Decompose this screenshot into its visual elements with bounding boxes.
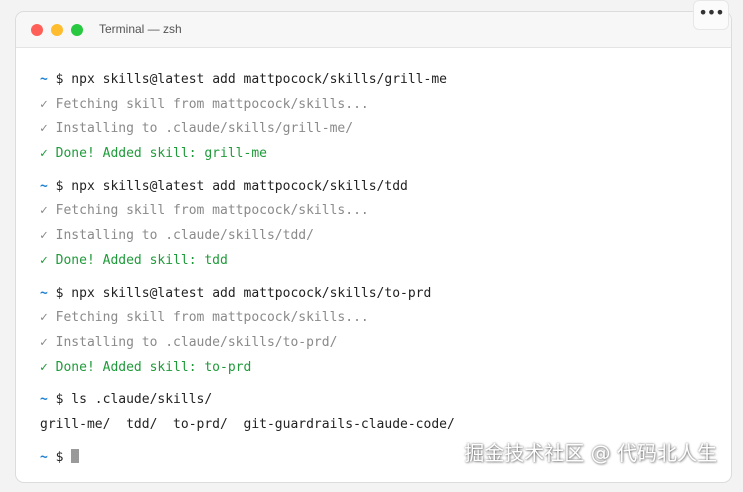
command-text: ls .claude/skills/ xyxy=(63,392,213,408)
command-line: ~ $ npx skills@latest add mattpocock/ski… xyxy=(40,68,721,93)
command-text: npx skills@latest add mattpocock/skills/… xyxy=(63,178,408,194)
prompt-symbol: ~ xyxy=(40,449,48,465)
command-line: ~ $ npx skills@latest add mattpocock/ski… xyxy=(40,175,721,200)
more-options-button[interactable]: ••• xyxy=(693,0,729,30)
install-line: ✓ Installing to .claude/skills/tdd/ xyxy=(40,228,314,244)
prompt-symbol: ~ xyxy=(40,392,48,408)
fetch-line: ✓ Fetching skill from mattpocock/skills.… xyxy=(40,96,369,112)
zoom-button[interactable] xyxy=(71,24,83,36)
command-text: npx skills@latest add mattpocock/skills/… xyxy=(63,72,447,87)
fetch-line: ✓ Fetching skill from mattpocock/skills.… xyxy=(40,203,369,219)
prompt-symbol: ~ xyxy=(40,285,48,301)
terminal-window: Terminal — zsh ~ $ npx skills@latest add… xyxy=(15,11,732,483)
more-icon: ••• xyxy=(698,3,724,22)
done-line: ✓ Done! Added skill: tdd xyxy=(40,252,228,268)
title-bar: Terminal — zsh xyxy=(16,12,731,48)
command-line: ~ $ ls .claude/skills/ xyxy=(40,388,721,413)
command-text: npx skills@latest add mattpocock/skills/… xyxy=(63,285,432,301)
prompt-symbol: ~ xyxy=(40,72,48,87)
watermark: 掘金技术社区 @ 代码北人生 xyxy=(464,441,717,465)
terminal-output[interactable]: ~ $ npx skills@latest add mattpocock/ski… xyxy=(40,68,721,470)
done-line: ✓ Done! Added skill: grill-me xyxy=(40,146,267,162)
text-cursor xyxy=(71,448,80,463)
prompt-char: $ xyxy=(55,449,64,465)
close-button[interactable] xyxy=(31,24,43,36)
command-line: ~ $ npx skills@latest add mattpocock/ski… xyxy=(40,282,721,307)
ls-output-line: grill-me/ tdd/ to-prd/ git-guardrails-cl… xyxy=(40,416,455,432)
window-title: Terminal — zsh xyxy=(99,22,182,36)
prompt-symbol: ~ xyxy=(40,178,48,194)
minimize-button[interactable] xyxy=(51,24,63,36)
done-line: ✓ Done! Added skill: to-prd xyxy=(40,359,252,375)
install-line: ✓ Installing to .claude/skills/grill-me/ xyxy=(40,121,354,137)
fetch-line: ✓ Fetching skill from mattpocock/skills.… xyxy=(40,310,369,326)
install-line: ✓ Installing to .claude/skills/to-prd/ xyxy=(40,334,338,350)
